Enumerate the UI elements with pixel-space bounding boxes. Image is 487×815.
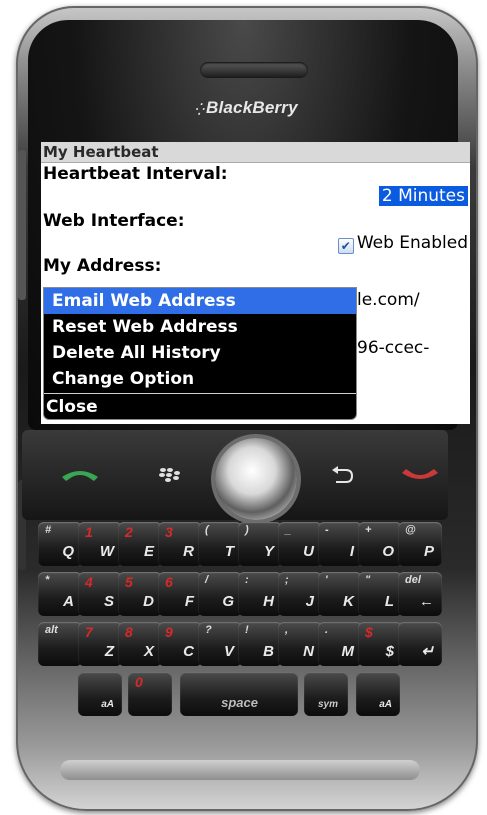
menu-button[interactable] <box>128 440 212 510</box>
key-z[interactable]: 7Z <box>78 622 122 666</box>
address-line-2: 96-ccec- <box>357 338 430 358</box>
key-p[interactable]: @ P <box>398 522 442 566</box>
key-f[interactable]: 6F <box>158 572 202 616</box>
key-e[interactable]: 2E <box>118 522 162 566</box>
key-zero[interactable]: 0 <box>128 672 172 716</box>
key-shift-right[interactable]: aA <box>356 672 400 716</box>
key-q[interactable]: # Q <box>38 522 82 566</box>
key-l[interactable]: " L <box>358 572 402 616</box>
key-space[interactable]: space <box>180 672 298 716</box>
earpiece <box>200 62 308 78</box>
key-b[interactable]: ! B <box>238 622 282 666</box>
key-sym[interactable]: sym <box>304 672 348 716</box>
key-y[interactable]: ) Y <box>238 522 282 566</box>
key-r[interactable]: 3R <box>158 522 202 566</box>
key-n[interactable]: ,N <box>278 622 322 666</box>
key-t[interactable]: (T <box>198 522 242 566</box>
key-delete[interactable]: del ← <box>398 572 442 616</box>
back-arrow-icon <box>332 466 354 483</box>
call-button[interactable] <box>38 440 122 510</box>
blackberry-logo-icon: ⁛ <box>195 104 204 116</box>
key-alt[interactable]: alt <box>38 622 82 666</box>
key-v[interactable]: ? V <box>198 622 242 666</box>
key-a[interactable]: * A <box>38 572 82 616</box>
side-convenience-key[interactable] <box>18 150 26 300</box>
bottom-chrome-trim <box>60 760 420 780</box>
heartbeat-interval-field[interactable]: 2 Minutes <box>41 185 470 207</box>
menu-divider <box>44 393 356 394</box>
trackball[interactable] <box>215 438 297 520</box>
menu-item-email-web-address[interactable]: Email Web Address <box>44 288 356 314</box>
menu-item-change-option[interactable]: Change Option <box>44 366 356 392</box>
key-x[interactable]: 8X <box>118 622 162 666</box>
screen-title: My Heartbeat <box>41 142 470 163</box>
back-button[interactable] <box>300 440 384 510</box>
web-interface-label: Web Interface: <box>43 211 185 231</box>
brand-logo: ⁛ BlackBerry <box>195 98 298 118</box>
key-s[interactable]: 4S <box>78 572 122 616</box>
menu-item-delete-all-history[interactable]: Delete All History <box>44 340 356 366</box>
context-menu: Email Web Address Reset Web Address Dele… <box>43 287 357 420</box>
key-k[interactable]: ' K <box>318 572 362 616</box>
key-m[interactable]: .M <box>318 622 362 666</box>
call-green-icon <box>62 471 98 481</box>
web-enabled-checkbox[interactable]: ✔ <box>337 238 354 254</box>
menu-item-reset-web-address[interactable]: Reset Web Address <box>44 314 356 340</box>
key-c[interactable]: 9C <box>158 622 202 666</box>
my-address-label: My Address: <box>43 256 162 276</box>
key-j[interactable]: ; J <box>278 572 322 616</box>
key-g[interactable]: / G <box>198 572 242 616</box>
web-enabled-checkbox-row[interactable]: ✔ Web Enabled <box>41 232 470 254</box>
key-u[interactable]: _ U <box>278 522 322 566</box>
web-enabled-label: Web Enabled <box>356 233 468 253</box>
device-screen: My Heartbeat Heartbeat Interval: 2 Minut… <box>41 142 470 424</box>
menu-item-close[interactable]: Close <box>44 395 356 419</box>
key-h[interactable]: :H <box>238 572 282 616</box>
heartbeat-interval-label: Heartbeat Interval: <box>43 164 228 184</box>
end-call-red-icon <box>402 469 438 479</box>
key-o[interactable]: + O <box>358 522 402 566</box>
blackberry-menu-icon <box>159 468 180 482</box>
brand-name: BlackBerry <box>205 98 298 117</box>
key-i[interactable]: -I <box>318 522 362 566</box>
key-enter[interactable]: ↵ <box>398 622 442 666</box>
qwerty-keyboard: # Q 1W 2E 3R (T ) Y _ U -I + O @ P * A 4S 5D 6… <box>38 522 444 742</box>
key-w[interactable]: 1W <box>78 522 122 566</box>
heartbeat-interval-value[interactable]: 2 Minutes <box>378 186 468 206</box>
key-dollar[interactable]: $ $ <box>358 622 402 666</box>
end-call-button[interactable] <box>378 440 462 510</box>
key-d[interactable]: 5D <box>118 572 162 616</box>
key-shift-left[interactable]: aA <box>78 672 122 716</box>
address-line-1: le.com/ <box>357 290 420 310</box>
